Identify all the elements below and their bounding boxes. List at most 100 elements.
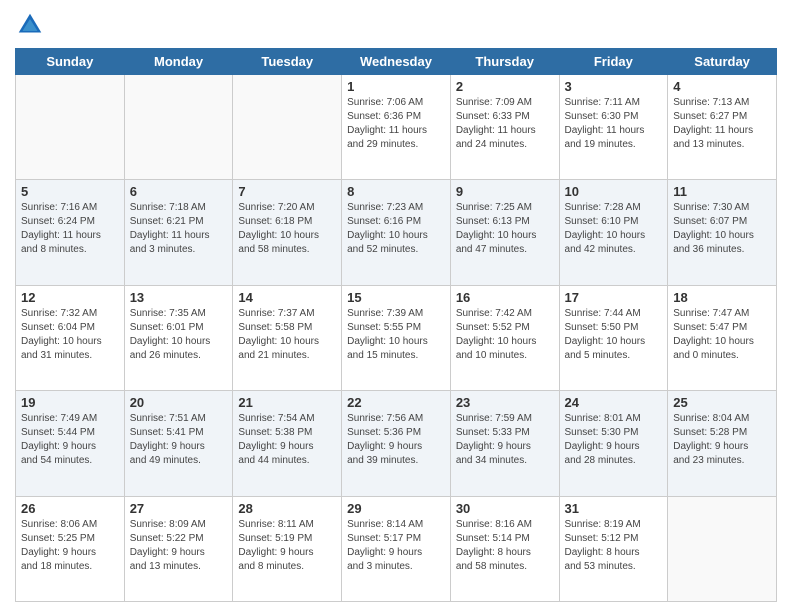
- day-info: Sunrise: 7:18 AM Sunset: 6:21 PM Dayligh…: [130, 201, 228, 257]
- day-info: Sunrise: 7:30 AM Sunset: 6:07 PM Dayligh…: [673, 201, 771, 257]
- weekday-header-friday: Friday: [559, 49, 668, 75]
- calendar-cell: 26 Sunrise: 8:06 AM Sunset: 5:25 PM Dayli…: [16, 496, 125, 601]
- day-info: Sunrise: 7:11 AM Sunset: 6:30 PM Dayligh…: [565, 96, 663, 152]
- weekday-header-monday: Monday: [124, 49, 233, 75]
- day-number: 18: [673, 290, 771, 305]
- day-info: Sunrise: 7:13 AM Sunset: 6:27 PM Dayligh…: [673, 96, 771, 152]
- weekday-header-tuesday: Tuesday: [233, 49, 342, 75]
- calendar-cell: [124, 75, 233, 180]
- calendar-cell: 13 Sunrise: 7:35 AM Sunset: 6:01 PM Dayli…: [124, 285, 233, 390]
- calendar-cell: 4 Sunrise: 7:13 AM Sunset: 6:27 PM Daylig…: [668, 75, 777, 180]
- calendar-cell: 31 Sunrise: 8:19 AM Sunset: 5:12 PM Dayli…: [559, 496, 668, 601]
- day-number: 5: [21, 184, 119, 199]
- calendar-cell: 10 Sunrise: 7:28 AM Sunset: 6:10 PM Dayli…: [559, 180, 668, 285]
- day-number: 6: [130, 184, 228, 199]
- day-info: Sunrise: 7:59 AM Sunset: 5:33 PM Dayligh…: [456, 412, 554, 468]
- day-number: 29: [347, 501, 445, 516]
- logo: [15, 10, 49, 40]
- day-info: Sunrise: 7:51 AM Sunset: 5:41 PM Dayligh…: [130, 412, 228, 468]
- day-number: 10: [565, 184, 663, 199]
- day-number: 25: [673, 395, 771, 410]
- day-number: 26: [21, 501, 119, 516]
- day-info: Sunrise: 7:35 AM Sunset: 6:01 PM Dayligh…: [130, 307, 228, 363]
- day-info: Sunrise: 8:19 AM Sunset: 5:12 PM Dayligh…: [565, 518, 663, 574]
- day-number: 27: [130, 501, 228, 516]
- calendar-cell: 8 Sunrise: 7:23 AM Sunset: 6:16 PM Daylig…: [342, 180, 451, 285]
- day-number: 24: [565, 395, 663, 410]
- day-number: 7: [238, 184, 336, 199]
- day-number: 30: [456, 501, 554, 516]
- day-info: Sunrise: 7:56 AM Sunset: 5:36 PM Dayligh…: [347, 412, 445, 468]
- calendar-cell: 15Sunrise: 7:39 AM Sunset: 5:55 PM Dayli…: [342, 285, 451, 390]
- day-number: 23: [456, 395, 554, 410]
- day-info: Sunrise: 8:09 AM Sunset: 5:22 PM Dayligh…: [130, 518, 228, 574]
- calendar-cell: 27 Sunrise: 8:09 AM Sunset: 5:22 PM Dayli…: [124, 496, 233, 601]
- day-info: Sunrise: 7:42 AM Sunset: 5:52 PM Dayligh…: [456, 307, 554, 363]
- calendar-cell: 14 Sunrise: 7:37 AM Sunset: 5:58 PM Dayli…: [233, 285, 342, 390]
- calendar-cell: 23 Sunrise: 7:59 AM Sunset: 5:33 PM Dayli…: [450, 391, 559, 496]
- calendar-table: SundayMondayTuesdayWednesdayThursdayFrid…: [15, 48, 777, 602]
- calendar-week-row: 26 Sunrise: 8:06 AM Sunset: 5:25 PM Dayli…: [16, 496, 777, 601]
- calendar-cell: 29 Sunrise: 8:14 AM Sunset: 5:17 PM Dayli…: [342, 496, 451, 601]
- day-number: 22: [347, 395, 445, 410]
- day-number: 20: [130, 395, 228, 410]
- calendar-cell: [668, 496, 777, 601]
- calendar-cell: 21Sunrise: 7:54 AM Sunset: 5:38 PM Dayli…: [233, 391, 342, 496]
- day-number: 11: [673, 184, 771, 199]
- calendar-cell: 16Sunrise: 7:42 AM Sunset: 5:52 PM Dayli…: [450, 285, 559, 390]
- day-info: Sunrise: 7:44 AM Sunset: 5:50 PM Dayligh…: [565, 307, 663, 363]
- day-number: 12: [21, 290, 119, 305]
- weekday-header-thursday: Thursday: [450, 49, 559, 75]
- day-info: Sunrise: 7:39 AM Sunset: 5:55 PM Dayligh…: [347, 307, 445, 363]
- day-info: Sunrise: 7:16 AM Sunset: 6:24 PM Dayligh…: [21, 201, 119, 257]
- calendar-week-row: 5 Sunrise: 7:16 AM Sunset: 6:24 PM Daylig…: [16, 180, 777, 285]
- day-info: Sunrise: 8:14 AM Sunset: 5:17 PM Dayligh…: [347, 518, 445, 574]
- day-number: 1: [347, 79, 445, 94]
- calendar-cell: 1Sunrise: 7:06 AM Sunset: 6:36 PM Daylig…: [342, 75, 451, 180]
- calendar-cell: 11 Sunrise: 7:30 AM Sunset: 6:07 PM Dayli…: [668, 180, 777, 285]
- day-number: 31: [565, 501, 663, 516]
- day-info: Sunrise: 8:04 AM Sunset: 5:28 PM Dayligh…: [673, 412, 771, 468]
- day-number: 4: [673, 79, 771, 94]
- day-info: Sunrise: 7:23 AM Sunset: 6:16 PM Dayligh…: [347, 201, 445, 257]
- weekday-header-saturday: Saturday: [668, 49, 777, 75]
- calendar-cell: 6 Sunrise: 7:18 AM Sunset: 6:21 PM Daylig…: [124, 180, 233, 285]
- day-number: 3: [565, 79, 663, 94]
- calendar-week-row: 12Sunrise: 7:32 AM Sunset: 6:04 PM Dayli…: [16, 285, 777, 390]
- day-info: Sunrise: 7:25 AM Sunset: 6:13 PM Dayligh…: [456, 201, 554, 257]
- day-number: 28: [238, 501, 336, 516]
- day-number: 8: [347, 184, 445, 199]
- calendar-cell: [233, 75, 342, 180]
- calendar-cell: 24 Sunrise: 8:01 AM Sunset: 5:30 PM Dayli…: [559, 391, 668, 496]
- day-number: 19: [21, 395, 119, 410]
- day-number: 9: [456, 184, 554, 199]
- day-info: Sunrise: 7:47 AM Sunset: 5:47 PM Dayligh…: [673, 307, 771, 363]
- calendar-cell: 22 Sunrise: 7:56 AM Sunset: 5:36 PM Dayli…: [342, 391, 451, 496]
- page: SundayMondayTuesdayWednesdayThursdayFrid…: [0, 0, 792, 612]
- calendar-cell: 2Sunrise: 7:09 AM Sunset: 6:33 PM Daylig…: [450, 75, 559, 180]
- calendar-cell: 7Sunrise: 7:20 AM Sunset: 6:18 PM Daylig…: [233, 180, 342, 285]
- day-info: Sunrise: 7:54 AM Sunset: 5:38 PM Dayligh…: [238, 412, 336, 468]
- day-number: 14: [238, 290, 336, 305]
- day-info: Sunrise: 8:01 AM Sunset: 5:30 PM Dayligh…: [565, 412, 663, 468]
- day-info: Sunrise: 7:37 AM Sunset: 5:58 PM Dayligh…: [238, 307, 336, 363]
- day-info: Sunrise: 7:49 AM Sunset: 5:44 PM Dayligh…: [21, 412, 119, 468]
- calendar-cell: 17Sunrise: 7:44 AM Sunset: 5:50 PM Dayli…: [559, 285, 668, 390]
- day-number: 13: [130, 290, 228, 305]
- calendar-week-row: 1Sunrise: 7:06 AM Sunset: 6:36 PM Daylig…: [16, 75, 777, 180]
- calendar-cell: 18 Sunrise: 7:47 AM Sunset: 5:47 PM Dayli…: [668, 285, 777, 390]
- calendar-cell: 25 Sunrise: 8:04 AM Sunset: 5:28 PM Dayli…: [668, 391, 777, 496]
- calendar-cell: 5 Sunrise: 7:16 AM Sunset: 6:24 PM Daylig…: [16, 180, 125, 285]
- calendar-cell: 9 Sunrise: 7:25 AM Sunset: 6:13 PM Daylig…: [450, 180, 559, 285]
- calendar-cell: 12Sunrise: 7:32 AM Sunset: 6:04 PM Dayli…: [16, 285, 125, 390]
- day-info: Sunrise: 7:28 AM Sunset: 6:10 PM Dayligh…: [565, 201, 663, 257]
- header: [15, 10, 777, 40]
- day-info: Sunrise: 8:11 AM Sunset: 5:19 PM Dayligh…: [238, 518, 336, 574]
- day-info: Sunrise: 8:16 AM Sunset: 5:14 PM Dayligh…: [456, 518, 554, 574]
- weekday-header-row: SundayMondayTuesdayWednesdayThursdayFrid…: [16, 49, 777, 75]
- day-info: Sunrise: 8:06 AM Sunset: 5:25 PM Dayligh…: [21, 518, 119, 574]
- weekday-header-sunday: Sunday: [16, 49, 125, 75]
- calendar-cell: 19 Sunrise: 7:49 AM Sunset: 5:44 PM Dayli…: [16, 391, 125, 496]
- day-info: Sunrise: 7:09 AM Sunset: 6:33 PM Dayligh…: [456, 96, 554, 152]
- calendar-cell: 28 Sunrise: 8:11 AM Sunset: 5:19 PM Dayli…: [233, 496, 342, 601]
